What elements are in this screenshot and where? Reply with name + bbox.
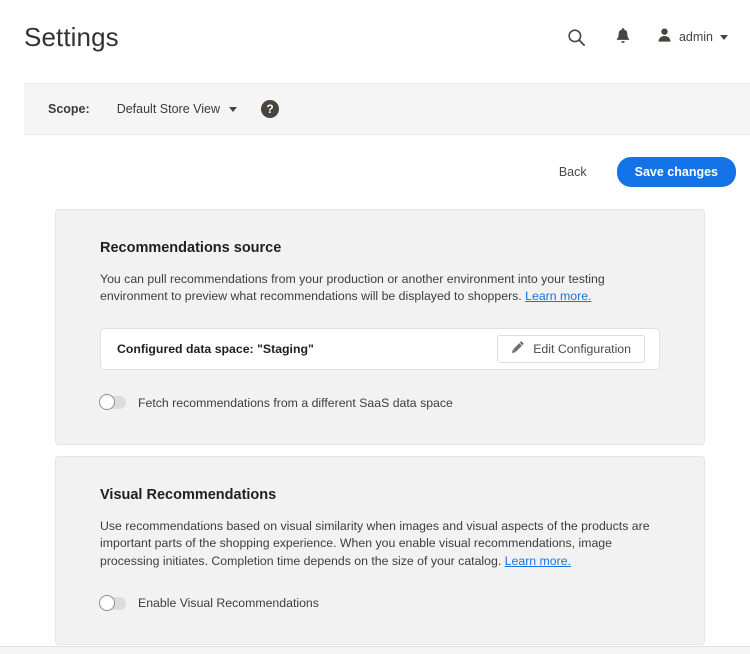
user-menu[interactable]: admin [657,27,728,48]
card-description: Use recommendations based on visual simi… [100,518,652,570]
toggle-switch[interactable] [100,597,126,610]
scope-store-view-select[interactable]: Default Store View [117,102,237,116]
learn-more-link[interactable]: Learn more. [525,289,591,303]
toggle-knob [99,595,115,611]
header-actions: admin [565,25,728,49]
scope-bar: Scope: Default Store View ? [24,83,750,135]
form-actions: Back Save changes [549,157,736,187]
user-name: admin [679,30,713,44]
user-avatar-icon [657,27,672,48]
learn-more-link[interactable]: Learn more. [505,554,571,568]
chevron-down-icon [720,35,728,40]
page-title: Settings [24,24,119,50]
settings-cards: Recommendations source You can pull reco… [55,209,705,645]
toggle-knob [99,394,115,410]
chevron-down-icon [229,107,237,112]
footer-area [0,647,750,654]
configured-data-space-label: Configured data space: "Staging" [117,342,314,356]
edit-configuration-button[interactable]: Edit Configuration [497,335,645,363]
toggle-switch[interactable] [100,396,126,409]
scope-label: Scope: [48,102,90,116]
card-recommendations-source: Recommendations source You can pull reco… [55,209,705,445]
card-description: You can pull recommendations from your p… [100,271,652,306]
card-title: Recommendations source [100,240,660,256]
toggle-label: Enable Visual Recommendations [138,596,319,610]
question-mark-circle-icon[interactable]: ? [261,100,279,118]
save-changes-button[interactable]: Save changes [617,157,736,187]
card-visual-recommendations: Visual Recommendations Use recommendatio… [55,456,705,645]
app-header: Settings [0,0,750,74]
bell-icon[interactable] [611,25,635,49]
back-button[interactable]: Back [549,159,597,185]
card-title: Visual Recommendations [100,487,660,503]
configured-data-space-row: Configured data space: "Staging" Edit Co… [100,328,660,370]
scope-selected-value: Default Store View [117,102,220,116]
pencil-icon [511,340,525,357]
toggle-enable-visual-recommendations[interactable]: Enable Visual Recommendations [100,596,660,610]
edit-configuration-label: Edit Configuration [533,342,631,356]
settings-page: Settings [0,0,750,654]
toggle-label: Fetch recommendations from a different S… [138,396,453,410]
toggle-fetch-recommendations[interactable]: Fetch recommendations from a different S… [100,396,660,410]
search-icon[interactable] [565,25,589,49]
